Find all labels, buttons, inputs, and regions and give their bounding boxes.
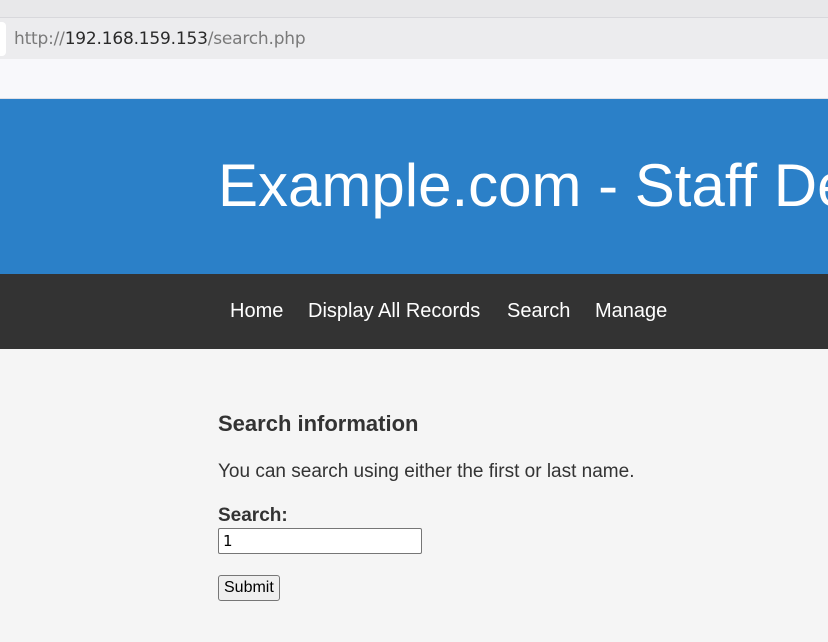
nav-display-all-records-link[interactable]: Display All Records <box>308 299 480 323</box>
address-bar[interactable]: http://192.168.159.153/search.php <box>0 17 828 59</box>
address-bar-edge <box>0 22 6 56</box>
submit-button[interactable]: Submit <box>218 575 280 601</box>
url-path: /search.php <box>207 29 306 49</box>
site-header: Example.com - Staff Details <box>0 99 828 274</box>
search-form-section: Search information You can search using … <box>218 410 798 601</box>
url-host: 192.168.159.153 <box>64 29 208 49</box>
section-heading: Search information <box>218 411 419 436</box>
site-title: Example.com - Staff Details <box>218 152 828 219</box>
search-description: You can search using either the first or… <box>218 461 635 482</box>
nav-home-link[interactable]: Home <box>230 299 283 323</box>
main-navigation: Home Display All Records Search Manage <box>0 274 828 349</box>
nav-search-link[interactable]: Search <box>507 299 570 323</box>
bookmarks-bar <box>0 59 828 99</box>
nav-manage-link[interactable]: Manage <box>595 299 667 323</box>
search-label: Search: <box>218 505 288 526</box>
search-input[interactable] <box>218 528 422 554</box>
url-text[interactable]: http://192.168.159.153/search.php <box>14 28 306 50</box>
browser-tab-strip <box>0 0 828 17</box>
url-scheme: http:// <box>14 29 65 49</box>
